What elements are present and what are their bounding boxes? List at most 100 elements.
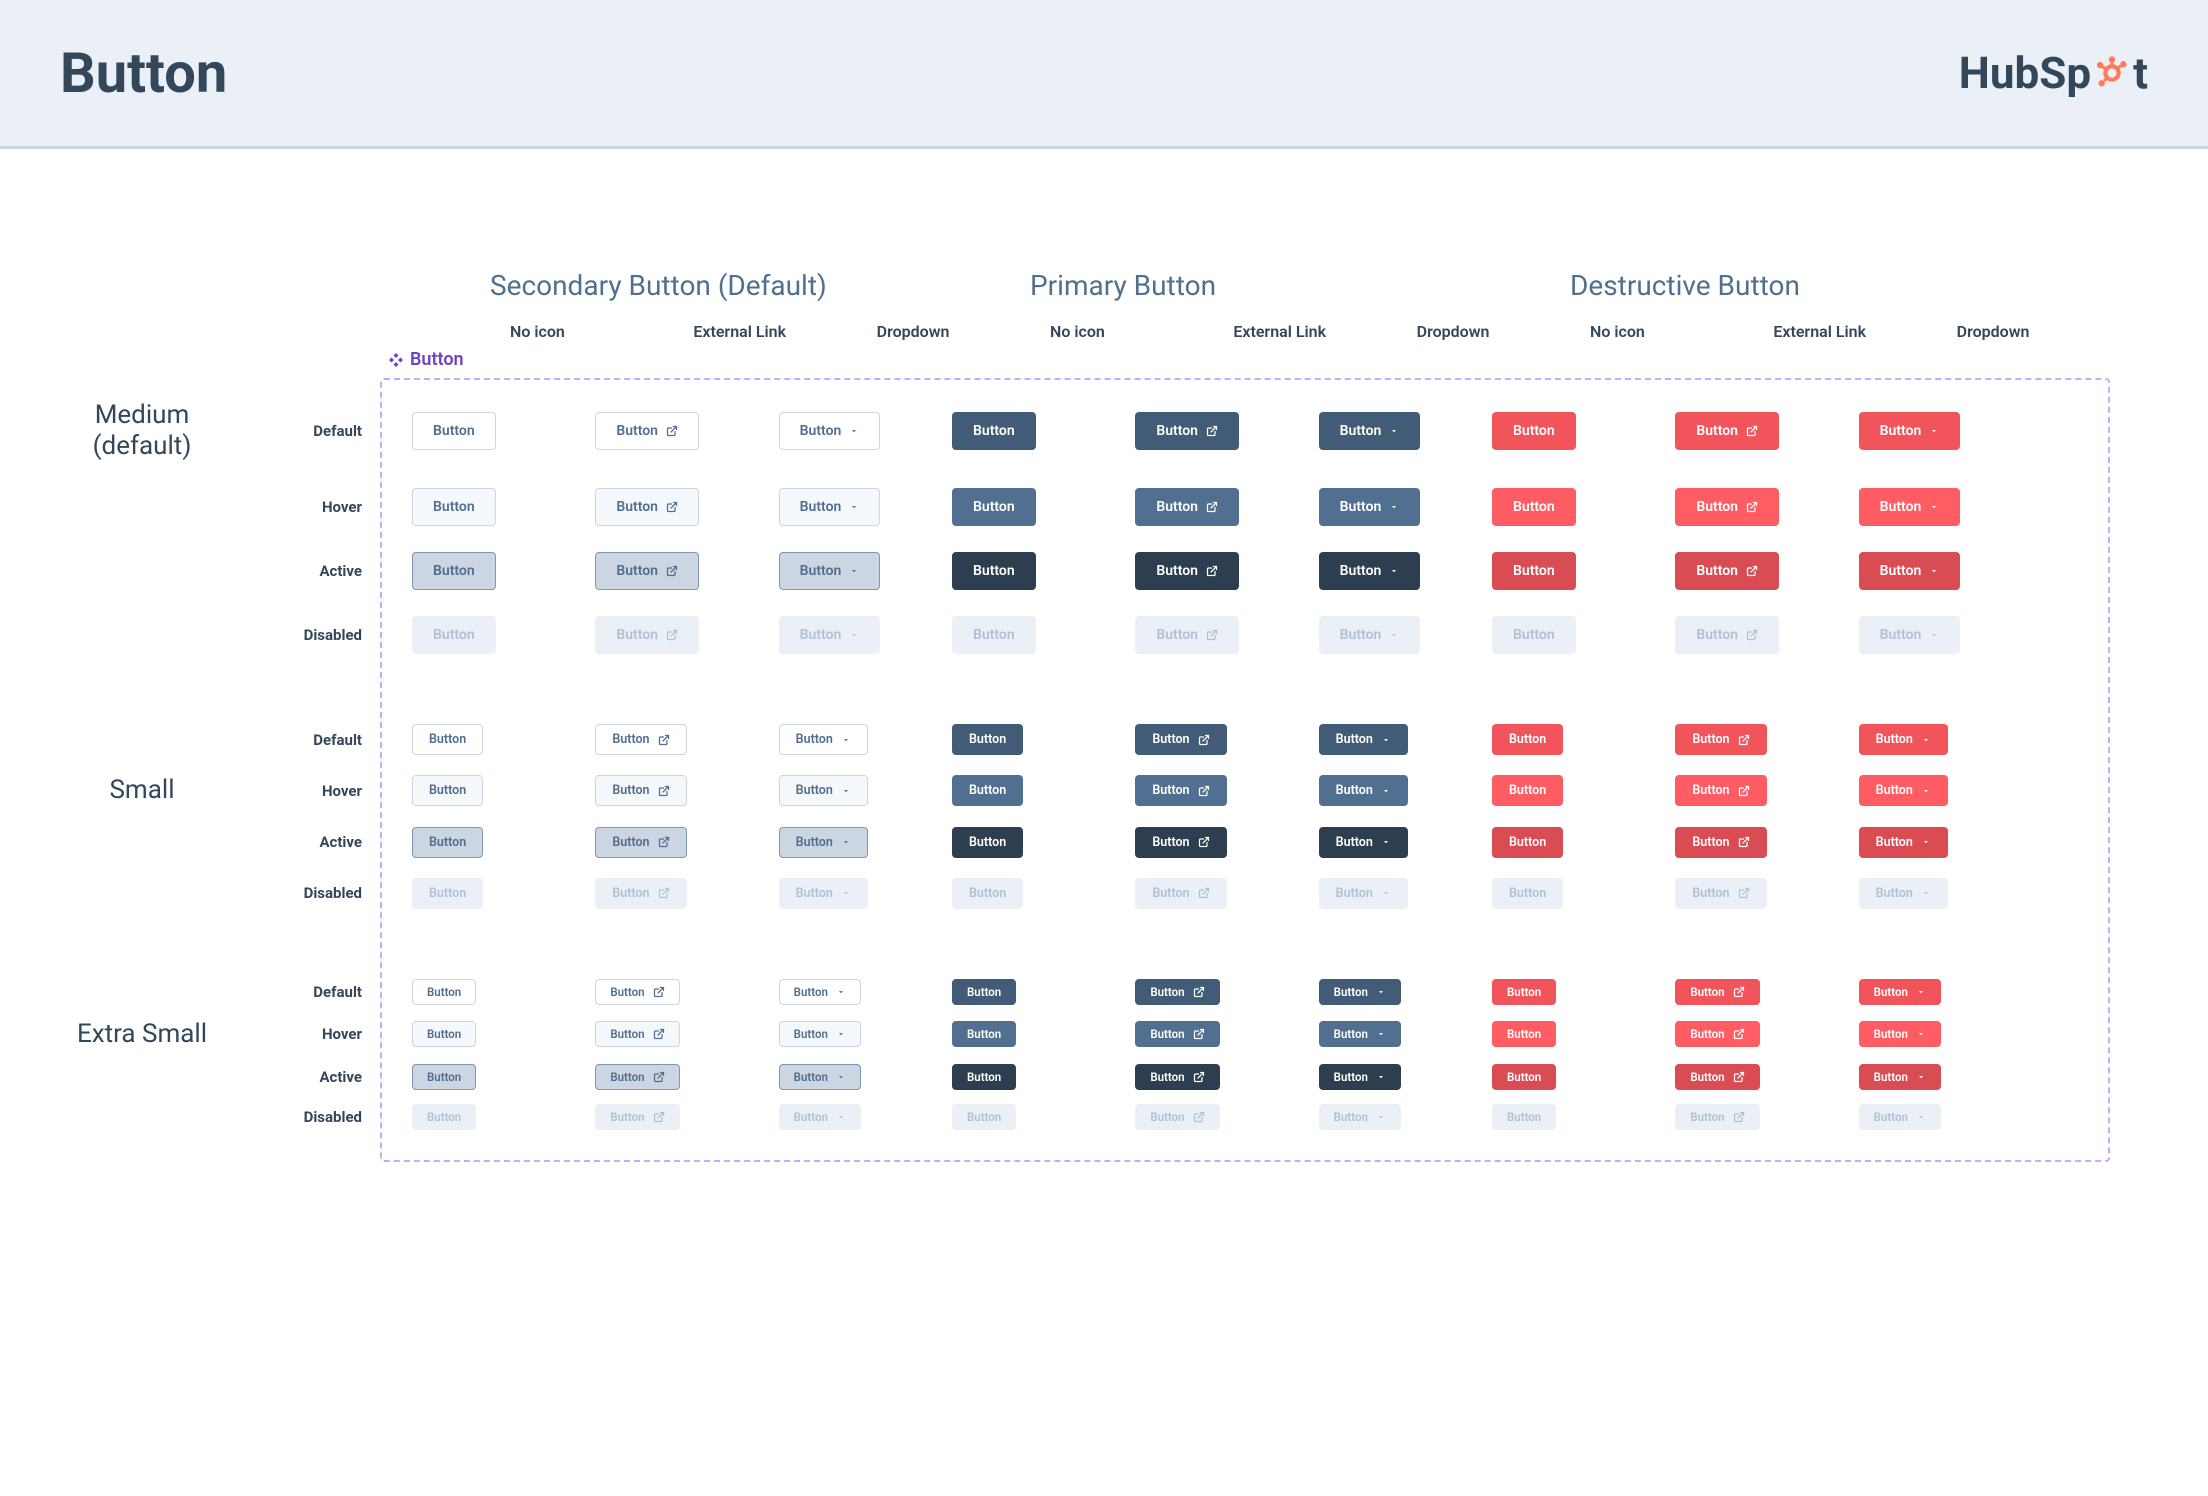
secondary-button-md-default-dropdown[interactable]: Button: [779, 412, 881, 450]
secondary-button-md-hover-noicon[interactable]: Button: [412, 488, 496, 526]
button-label: Button: [433, 499, 475, 515]
primary-button-md-default-noicon[interactable]: Button: [952, 412, 1036, 450]
primary-button-sm-active-dropdown[interactable]: Button: [1319, 827, 1408, 858]
caret-down-icon: [849, 566, 859, 576]
secondary-button-xs-default-external[interactable]: Button: [595, 979, 679, 1005]
secondary-button-md-active-dropdown[interactable]: Button: [779, 552, 881, 590]
size-label: Extra Small: [2, 1019, 282, 1050]
destructive-button-sm-active-dropdown[interactable]: Button: [1859, 827, 1948, 858]
destructive-button-sm-hover-dropdown[interactable]: Button: [1859, 775, 1948, 806]
primary-button-sm-active-external[interactable]: Button: [1135, 827, 1226, 858]
destructive-button-xs-default-external[interactable]: Button: [1675, 979, 1759, 1005]
secondary-button-sm-default-noicon[interactable]: Button: [412, 724, 483, 755]
caret-down-icon: [841, 735, 851, 745]
caret-down-icon: [841, 786, 851, 796]
primary-button-sm-default-noicon[interactable]: Button: [952, 724, 1023, 755]
secondary-button-md-active-external[interactable]: Button: [595, 552, 699, 590]
destructive-button-md-active-noicon[interactable]: Button: [1492, 552, 1576, 590]
secondary-button-xs-hover-external[interactable]: Button: [595, 1021, 679, 1047]
primary-button-xs-hover-external[interactable]: Button: [1135, 1021, 1219, 1047]
primary-button-sm-default-external[interactable]: Button: [1135, 724, 1226, 755]
primary-button-md-hover-noicon[interactable]: Button: [952, 488, 1036, 526]
secondary-button-md-hover-dropdown[interactable]: Button: [779, 488, 881, 526]
destructive-button-md-default-noicon[interactable]: Button: [1492, 412, 1576, 450]
external-link-icon: [666, 565, 678, 577]
destructive-button-xs-hover-external[interactable]: Button: [1675, 1021, 1759, 1047]
destructive-button-md-active-external[interactable]: Button: [1675, 552, 1779, 590]
primary-button-xs-active-dropdown[interactable]: Button: [1319, 1064, 1401, 1090]
destructive-button-xs-active-external[interactable]: Button: [1675, 1064, 1759, 1090]
destructive-button-md-hover-dropdown[interactable]: Button: [1859, 488, 1961, 526]
button-label: Button: [796, 835, 833, 850]
external-link-icon: [666, 501, 678, 513]
brand-name-part2: t: [2133, 47, 2148, 99]
destructive-button-md-hover-noicon[interactable]: Button: [1492, 488, 1576, 526]
primary-button-md-hover-external[interactable]: Button: [1135, 488, 1239, 526]
state-label: Disabled: [282, 1104, 392, 1130]
primary-button-md-active-noicon[interactable]: Button: [952, 552, 1036, 590]
secondary-button-sm-hover-dropdown[interactable]: Button: [779, 775, 868, 806]
secondary-button-sm-active-dropdown[interactable]: Button: [779, 827, 868, 858]
button-label: Button: [1696, 627, 1738, 643]
destructive-button-sm-default-noicon[interactable]: Button: [1492, 724, 1563, 755]
destructive-button-sm-default-external[interactable]: Button: [1675, 724, 1766, 755]
destructive-button-xs-active-noicon[interactable]: Button: [1492, 1064, 1556, 1090]
primary-button-md-default-dropdown[interactable]: Button: [1319, 412, 1421, 450]
primary-button-sm-hover-noicon[interactable]: Button: [952, 775, 1023, 806]
primary-button-xs-hover-noicon[interactable]: Button: [952, 1021, 1016, 1047]
destructive-button-md-default-external[interactable]: Button: [1675, 412, 1779, 450]
destructive-button-xs-default-dropdown[interactable]: Button: [1859, 979, 1941, 1005]
destructive-button-sm-hover-external[interactable]: Button: [1675, 775, 1766, 806]
secondary-button-xs-hover-noicon[interactable]: Button: [412, 1021, 476, 1047]
secondary-button-xs-hover-dropdown[interactable]: Button: [779, 1021, 861, 1047]
primary-button-md-active-external[interactable]: Button: [1135, 552, 1239, 590]
secondary-button-sm-default-dropdown[interactable]: Button: [779, 724, 868, 755]
destructive-button-xs-active-dropdown[interactable]: Button: [1859, 1064, 1941, 1090]
primary-button-sm-hover-dropdown[interactable]: Button: [1319, 775, 1408, 806]
button-label: Button: [616, 499, 658, 515]
primary-button-sm-active-noicon[interactable]: Button: [952, 827, 1023, 858]
destructive-button-sm-active-external[interactable]: Button: [1675, 827, 1766, 858]
destructive-button-sm-default-dropdown[interactable]: Button: [1859, 724, 1948, 755]
destructive-button-md-hover-external[interactable]: Button: [1675, 488, 1779, 526]
variant-label-dropdown: Dropdown: [1937, 322, 2110, 341]
secondary-button-sm-hover-noicon[interactable]: Button: [412, 775, 483, 806]
primary-button-sm-default-dropdown[interactable]: Button: [1319, 724, 1408, 755]
secondary-button-xs-default-dropdown[interactable]: Button: [779, 979, 861, 1005]
destructive-button-sm-active-noicon[interactable]: Button: [1492, 827, 1563, 858]
secondary-button-md-default-external[interactable]: Button: [595, 412, 699, 450]
primary-button-md-default-external[interactable]: Button: [1135, 412, 1239, 450]
destructive-button-md-default-dropdown[interactable]: Button: [1859, 412, 1961, 450]
secondary-button-xs-active-dropdown[interactable]: Button: [779, 1064, 861, 1090]
secondary-button-sm-default-external[interactable]: Button: [595, 724, 686, 755]
secondary-button-md-active-noicon[interactable]: Button: [412, 552, 496, 590]
secondary-button-xs-default-noicon[interactable]: Button: [412, 979, 476, 1005]
secondary-button-sm-active-external[interactable]: Button: [595, 827, 686, 858]
component-icon: [388, 352, 404, 368]
primary-button-sm-hover-external[interactable]: Button: [1135, 775, 1226, 806]
secondary-button-md-default-noicon[interactable]: Button: [412, 412, 496, 450]
destructive-button-md-active-dropdown[interactable]: Button: [1859, 552, 1961, 590]
secondary-button-sm-active-noicon[interactable]: Button: [412, 827, 483, 858]
button-label: Button: [1692, 886, 1729, 901]
size-label: [2, 827, 282, 858]
size-label: [2, 1064, 282, 1090]
destructive-button-xs-hover-dropdown[interactable]: Button: [1859, 1021, 1941, 1047]
primary-button-xs-default-noicon[interactable]: Button: [952, 979, 1016, 1005]
secondary-button-xs-active-noicon[interactable]: Button: [412, 1064, 476, 1090]
primary-button-xs-hover-dropdown[interactable]: Button: [1319, 1021, 1401, 1047]
destructive-button-xs-hover-noicon[interactable]: Button: [1492, 1021, 1556, 1047]
destructive-button-sm-hover-noicon[interactable]: Button: [1492, 775, 1563, 806]
primary-button-xs-default-external[interactable]: Button: [1135, 979, 1219, 1005]
secondary-button-sm-hover-external[interactable]: Button: [595, 775, 686, 806]
secondary-button-xs-active-external[interactable]: Button: [595, 1064, 679, 1090]
size-label: [2, 488, 282, 526]
primary-button-md-hover-dropdown[interactable]: Button: [1319, 488, 1421, 526]
primary-button-xs-active-external[interactable]: Button: [1135, 1064, 1219, 1090]
secondary-button-md-hover-external[interactable]: Button: [595, 488, 699, 526]
primary-button-xs-active-noicon[interactable]: Button: [952, 1064, 1016, 1090]
destructive-button-xs-default-noicon[interactable]: Button: [1492, 979, 1556, 1005]
primary-button-md-active-dropdown[interactable]: Button: [1319, 552, 1421, 590]
primary-button-xs-default-dropdown[interactable]: Button: [1319, 979, 1401, 1005]
button-label: Button: [796, 886, 833, 901]
